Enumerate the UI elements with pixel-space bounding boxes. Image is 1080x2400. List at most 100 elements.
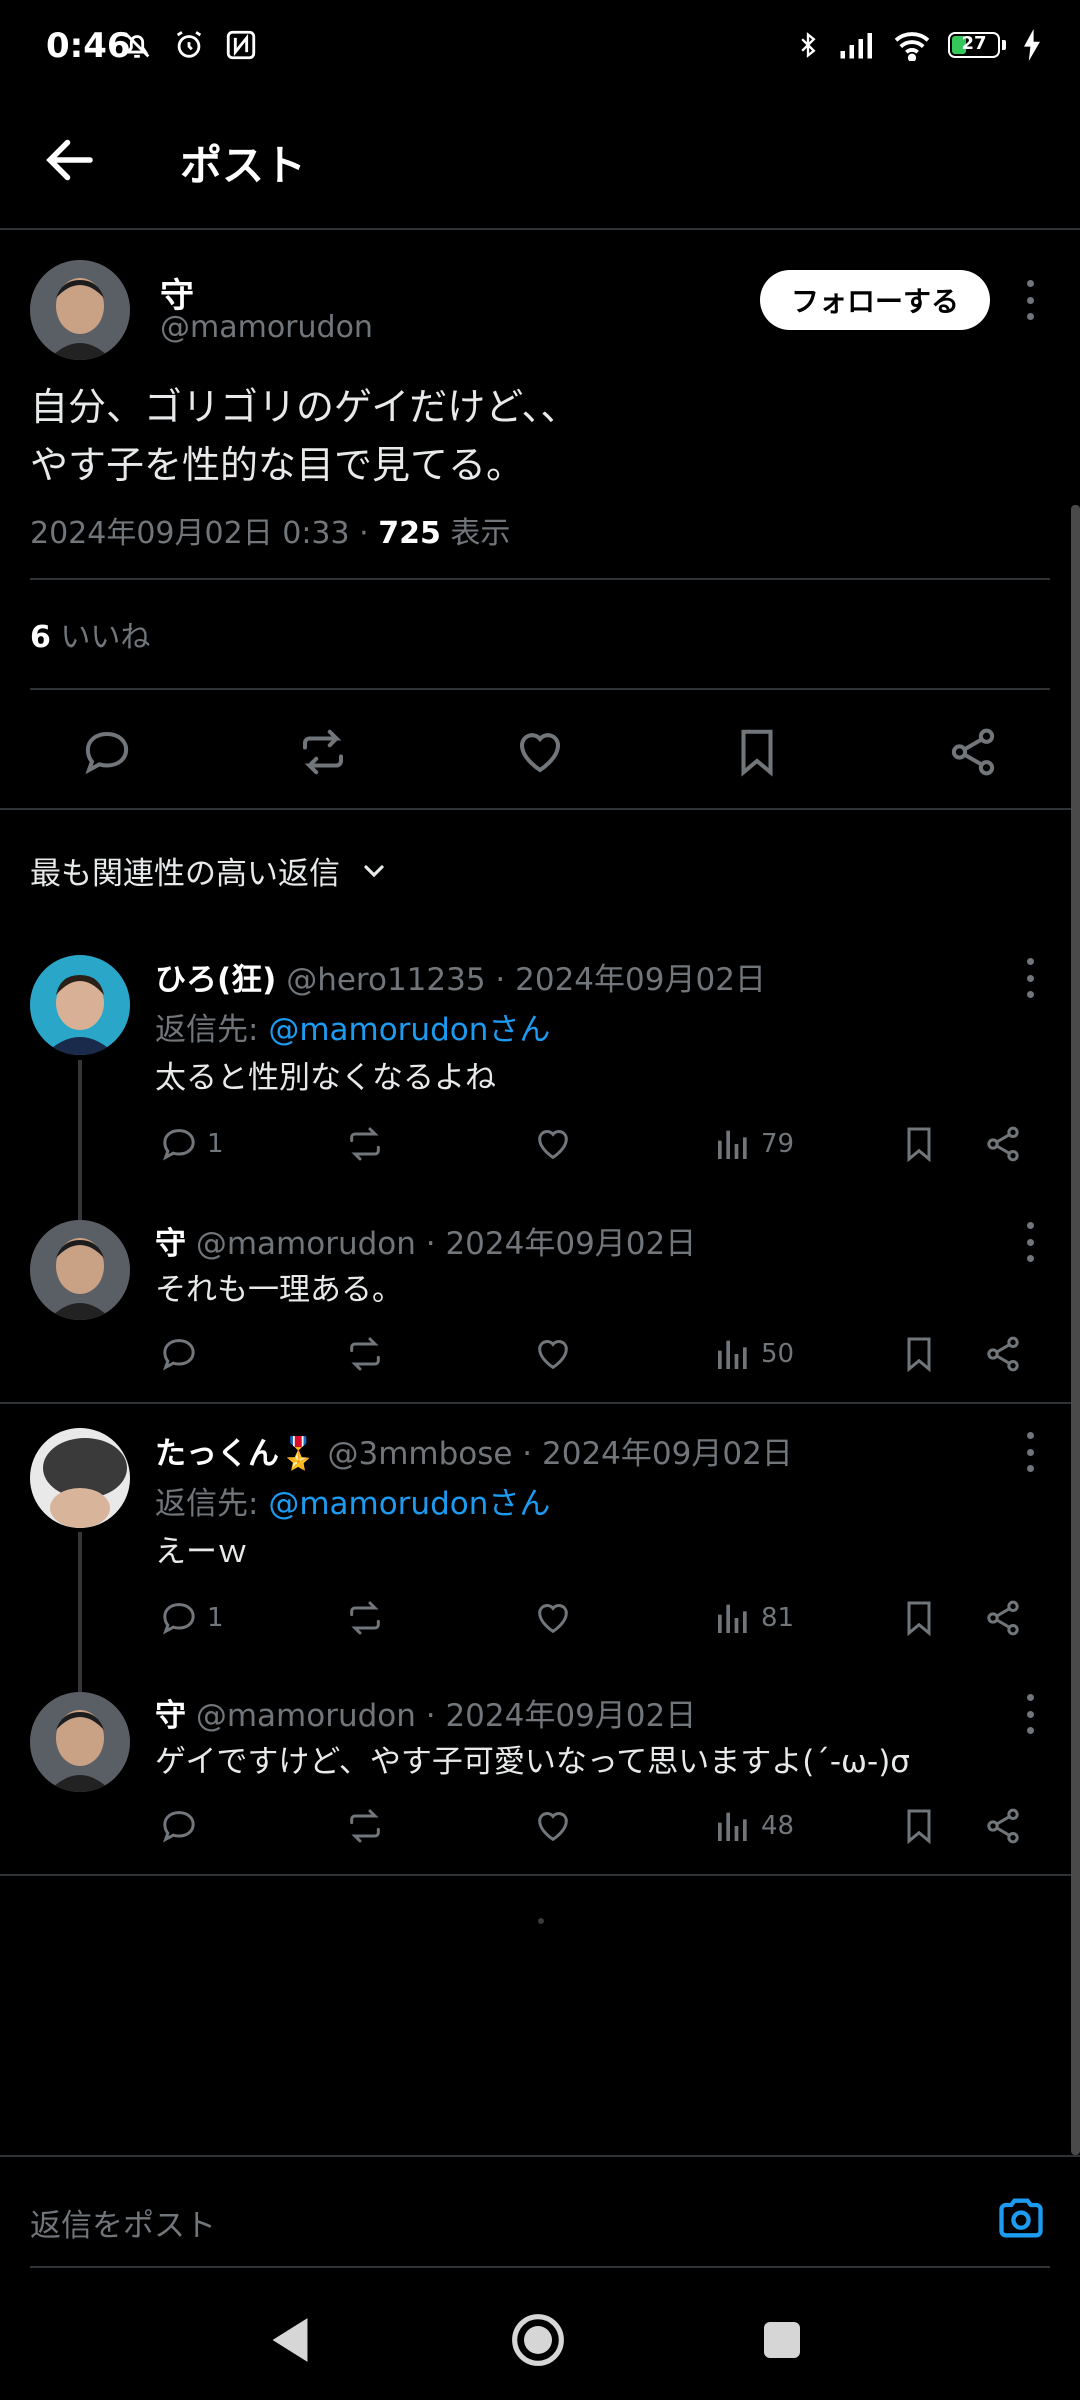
share-button[interactable] bbox=[983, 1804, 1023, 1848]
reply-sort-label: 最も関連性の高い返信 bbox=[30, 856, 340, 892]
reply-to-link[interactable]: @mamorudonさん bbox=[268, 1012, 550, 1048]
meta-divider bbox=[30, 578, 1050, 580]
reply-author-handle[interactable]: @hero11235 · 2024年09月02日 bbox=[286, 962, 766, 998]
views-button[interactable]: 48 bbox=[713, 1804, 794, 1848]
bookmark-button[interactable] bbox=[899, 1122, 939, 1166]
reply-button[interactable] bbox=[159, 1332, 207, 1376]
analytics-icon bbox=[718, 1604, 747, 1633]
repost-button[interactable] bbox=[345, 1596, 385, 1640]
like-icon[interactable] bbox=[513, 725, 567, 779]
share-icon bbox=[987, 1808, 1019, 1844]
bell-off-icon bbox=[124, 32, 150, 58]
repost-icon[interactable] bbox=[296, 725, 350, 779]
reply-action-bar: 1 81 bbox=[155, 1596, 1035, 1646]
like-button[interactable] bbox=[533, 1122, 573, 1166]
views-button[interactable]: 79 bbox=[713, 1122, 794, 1166]
more-options-icon[interactable] bbox=[1024, 958, 1036, 998]
author-avatar[interactable] bbox=[30, 260, 130, 360]
reply-author-handle[interactable]: @3mmbose · 2024年09月02日 bbox=[327, 1436, 792, 1472]
reply-text: 太ると性別なくなるよね bbox=[155, 1060, 496, 1096]
reply-button[interactable] bbox=[159, 1804, 207, 1848]
more-options-icon[interactable] bbox=[1024, 1694, 1036, 1734]
repost-button[interactable] bbox=[345, 1804, 385, 1848]
reply-input[interactable]: 返信をポスト bbox=[30, 2200, 216, 2245]
reply-icon bbox=[162, 1603, 195, 1635]
reply-icon bbox=[162, 1129, 195, 1161]
share-icon bbox=[987, 1600, 1019, 1636]
views-button[interactable]: 50 bbox=[713, 1332, 794, 1376]
reply-action-bar: 1 79 bbox=[155, 1122, 1035, 1172]
follow-button[interactable]: フォローする bbox=[760, 270, 990, 330]
reply-avatar[interactable] bbox=[30, 1428, 130, 1528]
like-button[interactable] bbox=[533, 1804, 573, 1848]
reply-author-handle[interactable]: @mamorudon · 2024年09月02日 bbox=[196, 1698, 696, 1734]
page-title: ポスト bbox=[180, 141, 307, 190]
like-button[interactable] bbox=[533, 1596, 573, 1640]
reply-sort-dropdown[interactable]: 最も関連性の高い返信 bbox=[30, 848, 390, 893]
repost-icon bbox=[350, 1809, 380, 1843]
repost-icon bbox=[350, 1337, 380, 1371]
reply-to-prefix: 返信先: bbox=[155, 1012, 269, 1048]
reply-author-name[interactable]: 守 bbox=[155, 1698, 186, 1734]
thread-line bbox=[78, 1060, 82, 1220]
reply-button[interactable]: 1 bbox=[159, 1122, 224, 1166]
more-options-icon[interactable] bbox=[1024, 1222, 1036, 1262]
back-button[interactable] bbox=[40, 130, 100, 190]
share-button[interactable] bbox=[983, 1596, 1023, 1640]
more-options-icon[interactable] bbox=[1024, 280, 1036, 320]
signal-icon bbox=[840, 33, 872, 59]
scrollbar[interactable] bbox=[1071, 505, 1080, 2155]
repost-button[interactable] bbox=[345, 1122, 385, 1166]
views-label: 表示 bbox=[440, 516, 511, 551]
share-button[interactable] bbox=[983, 1122, 1023, 1166]
reply-to-prefix: 返信先: bbox=[155, 1486, 269, 1522]
reply-avatar[interactable] bbox=[30, 1692, 130, 1792]
reply-icon[interactable] bbox=[80, 725, 134, 779]
reply-author-name[interactable]: 守 bbox=[155, 1226, 186, 1262]
header-divider bbox=[0, 228, 1080, 230]
nav-home-button[interactable] bbox=[510, 2312, 566, 2368]
system-nav-bar bbox=[0, 2280, 1080, 2400]
likes-label: いいね bbox=[50, 620, 151, 655]
alarm-icon bbox=[176, 31, 202, 58]
reply-action-bar: 50 bbox=[155, 1332, 1035, 1382]
reply-avatar[interactable] bbox=[30, 955, 130, 1055]
repost-icon bbox=[350, 1601, 380, 1635]
bookmark-icon[interactable] bbox=[730, 725, 784, 779]
bookmark-button[interactable] bbox=[899, 1596, 939, 1640]
like-button[interactable] bbox=[533, 1332, 573, 1376]
view-count: 48 bbox=[761, 1811, 795, 1841]
status-time: 0:46 bbox=[46, 26, 131, 66]
nav-back-button[interactable] bbox=[268, 2316, 312, 2364]
reply-count: 1 bbox=[207, 1603, 224, 1633]
status-left-icons bbox=[120, 28, 258, 62]
share-icon[interactable] bbox=[946, 725, 1000, 779]
reply-to-line: 返信先: @mamorudonさん bbox=[155, 1478, 550, 1523]
share-button[interactable] bbox=[983, 1332, 1023, 1376]
likes-summary[interactable]: 6 いいね bbox=[30, 612, 150, 656]
author-handle[interactable]: @mamorudon bbox=[160, 310, 373, 345]
nav-recents-button[interactable] bbox=[762, 2320, 802, 2360]
bookmark-button[interactable] bbox=[899, 1332, 939, 1376]
reply-header: たっくん🎖️ @3mmbose · 2024年09月02日 bbox=[155, 1428, 793, 1473]
reply-author-name[interactable]: たっくん🎖️ bbox=[155, 1436, 318, 1472]
more-options-icon[interactable] bbox=[1024, 1432, 1036, 1472]
reply-avatar[interactable] bbox=[30, 1220, 130, 1320]
repost-button[interactable] bbox=[345, 1332, 385, 1376]
post-meta: 2024年09月02日 0:33 · 725 表示 bbox=[30, 508, 510, 552]
loading-dot bbox=[538, 1918, 544, 1924]
share-icon bbox=[987, 1126, 1019, 1162]
compose-divider bbox=[0, 2155, 1080, 2157]
views-button[interactable]: 81 bbox=[713, 1596, 794, 1640]
view-count: 81 bbox=[761, 1603, 795, 1633]
reply-author-name[interactable]: ひろ(狂) bbox=[155, 962, 276, 998]
camera-button[interactable] bbox=[995, 2192, 1047, 2244]
thread-line bbox=[78, 1532, 82, 1692]
reply-button[interactable]: 1 bbox=[159, 1596, 224, 1640]
charging-icon bbox=[1024, 29, 1040, 61]
bookmark-button[interactable] bbox=[899, 1804, 939, 1848]
reply-to-link[interactable]: @mamorudonさん bbox=[268, 1486, 550, 1522]
chevron-down-icon bbox=[364, 864, 384, 877]
reply-author-handle[interactable]: @mamorudon · 2024年09月02日 bbox=[196, 1226, 696, 1262]
views-count[interactable]: 725 bbox=[378, 516, 441, 551]
